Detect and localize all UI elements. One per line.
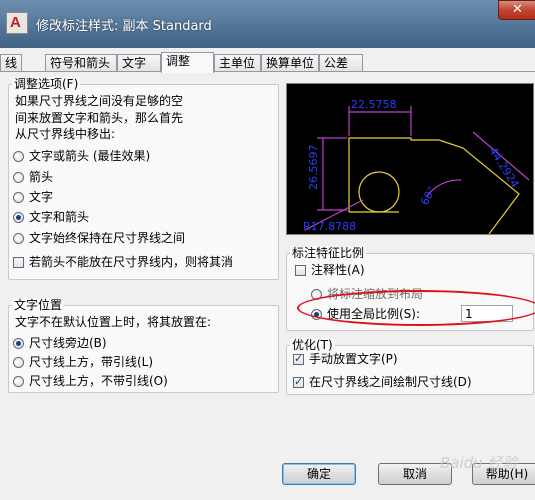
fine-tuning-title: 优化(T) bbox=[290, 338, 335, 352]
draw-dim-line-checkbox[interactable] bbox=[293, 375, 304, 388]
tab-fit[interactable]: 调整 bbox=[161, 52, 214, 73]
label-draw-dim-line: 在尺寸界线之间绘制尺寸线(D) bbox=[309, 375, 472, 389]
preview-dim-lines bbox=[304, 106, 530, 231]
radio-over-with-leader[interactable] bbox=[13, 357, 24, 368]
radio-arrows[interactable] bbox=[13, 172, 24, 183]
label-beside-dim-line: 尺寸线旁边(B) bbox=[29, 336, 107, 350]
fit-description-line-1: 如果尺寸界线之间没有足够的空 bbox=[15, 94, 184, 108]
suppress-arrows-checkbox[interactable] bbox=[13, 257, 24, 268]
radio-text[interactable] bbox=[13, 192, 24, 203]
tab-strip: 线 符号和箭头 文字 调整 主单位 换算单位 公差 bbox=[0, 52, 535, 73]
text-placement-description: 文字不在默认位置上时，将其放置在: bbox=[15, 315, 212, 329]
label-over-with-leader: 尺寸线上方，带引线(L) bbox=[29, 355, 154, 369]
fit-options-title: 调整选项(F) bbox=[12, 77, 81, 91]
radio-beside-dim-line[interactable] bbox=[13, 338, 24, 349]
radio-text-or-arrows[interactable] bbox=[13, 151, 24, 162]
ok-button[interactable]: 确定 bbox=[282, 463, 356, 485]
close-button[interactable] bbox=[498, 0, 535, 20]
label-keep-text-between: 文字始终保持在尺寸界线之间 bbox=[29, 231, 186, 245]
tab-divider bbox=[0, 71, 535, 72]
autocad-logo-icon bbox=[6, 12, 28, 34]
tab-primary-units[interactable]: 主单位 bbox=[214, 54, 261, 72]
text-placement-title: 文字位置 bbox=[12, 298, 65, 312]
preview-label-radius: R17.8788 bbox=[303, 220, 356, 233]
radio-keep-text-between[interactable] bbox=[13, 233, 24, 244]
fit-description-line-3: 从尺寸界线中移出: bbox=[15, 127, 116, 141]
highlight-ellipse-annotation bbox=[297, 290, 535, 326]
dimension-preview: 22.5758 26.5697 44.2924 60° R17.8788 bbox=[286, 83, 534, 235]
label-text-and-arrows: 文字和箭头 bbox=[29, 210, 90, 224]
label-annotative: 注释性(A) bbox=[311, 263, 365, 277]
label-over-without-leader: 尺寸线上方，不带引线(O) bbox=[29, 374, 168, 388]
preview-label-left: 26.5697 bbox=[307, 145, 320, 191]
label-text-or-arrows: 文字或箭头 (最佳效果) bbox=[29, 149, 151, 163]
radio-text-and-arrows[interactable] bbox=[13, 212, 24, 223]
preview-drawing: 22.5758 26.5697 44.2924 60° R17.8788 bbox=[303, 98, 530, 235]
manual-placement-checkbox[interactable] bbox=[293, 352, 304, 365]
label-text: 文字 bbox=[29, 190, 54, 204]
annotative-checkbox[interactable] bbox=[295, 265, 306, 276]
label-arrows: 箭头 bbox=[29, 170, 54, 184]
label-manual-placement: 手动放置文字(P) bbox=[309, 352, 398, 366]
tab-text[interactable]: 文字 bbox=[117, 54, 161, 72]
label-suppress-arrows: 若箭头不能放在尺寸界线内，则将其消 bbox=[29, 255, 234, 269]
fit-description-line-2: 间来放置文字和箭头，那么首先 bbox=[15, 111, 184, 125]
dialog-window: 修改标注样式: 副本 Standard 线 符号和箭头 文字 调整 主单位 换算… bbox=[0, 0, 535, 500]
tab-lines[interactable]: 线 bbox=[0, 54, 22, 72]
tab-tolerances[interactable]: 公差 bbox=[319, 54, 363, 72]
tab-alternate-units[interactable]: 换算单位 bbox=[261, 54, 319, 72]
tab-symbols-arrows[interactable]: 符号和箭头 bbox=[45, 54, 117, 72]
radio-over-without-leader[interactable] bbox=[13, 376, 24, 387]
title-bar[interactable]: 修改标注样式: 副本 Standard bbox=[0, 0, 535, 48]
scale-title: 标注特征比例 bbox=[290, 246, 367, 260]
preview-label-right: 44.2924 bbox=[486, 145, 521, 190]
preview-label-top: 22.5758 bbox=[351, 98, 397, 111]
window-title: 修改标注样式: 副本 Standard bbox=[36, 19, 212, 34]
watermark: Baidu 经验 bbox=[440, 454, 518, 472]
